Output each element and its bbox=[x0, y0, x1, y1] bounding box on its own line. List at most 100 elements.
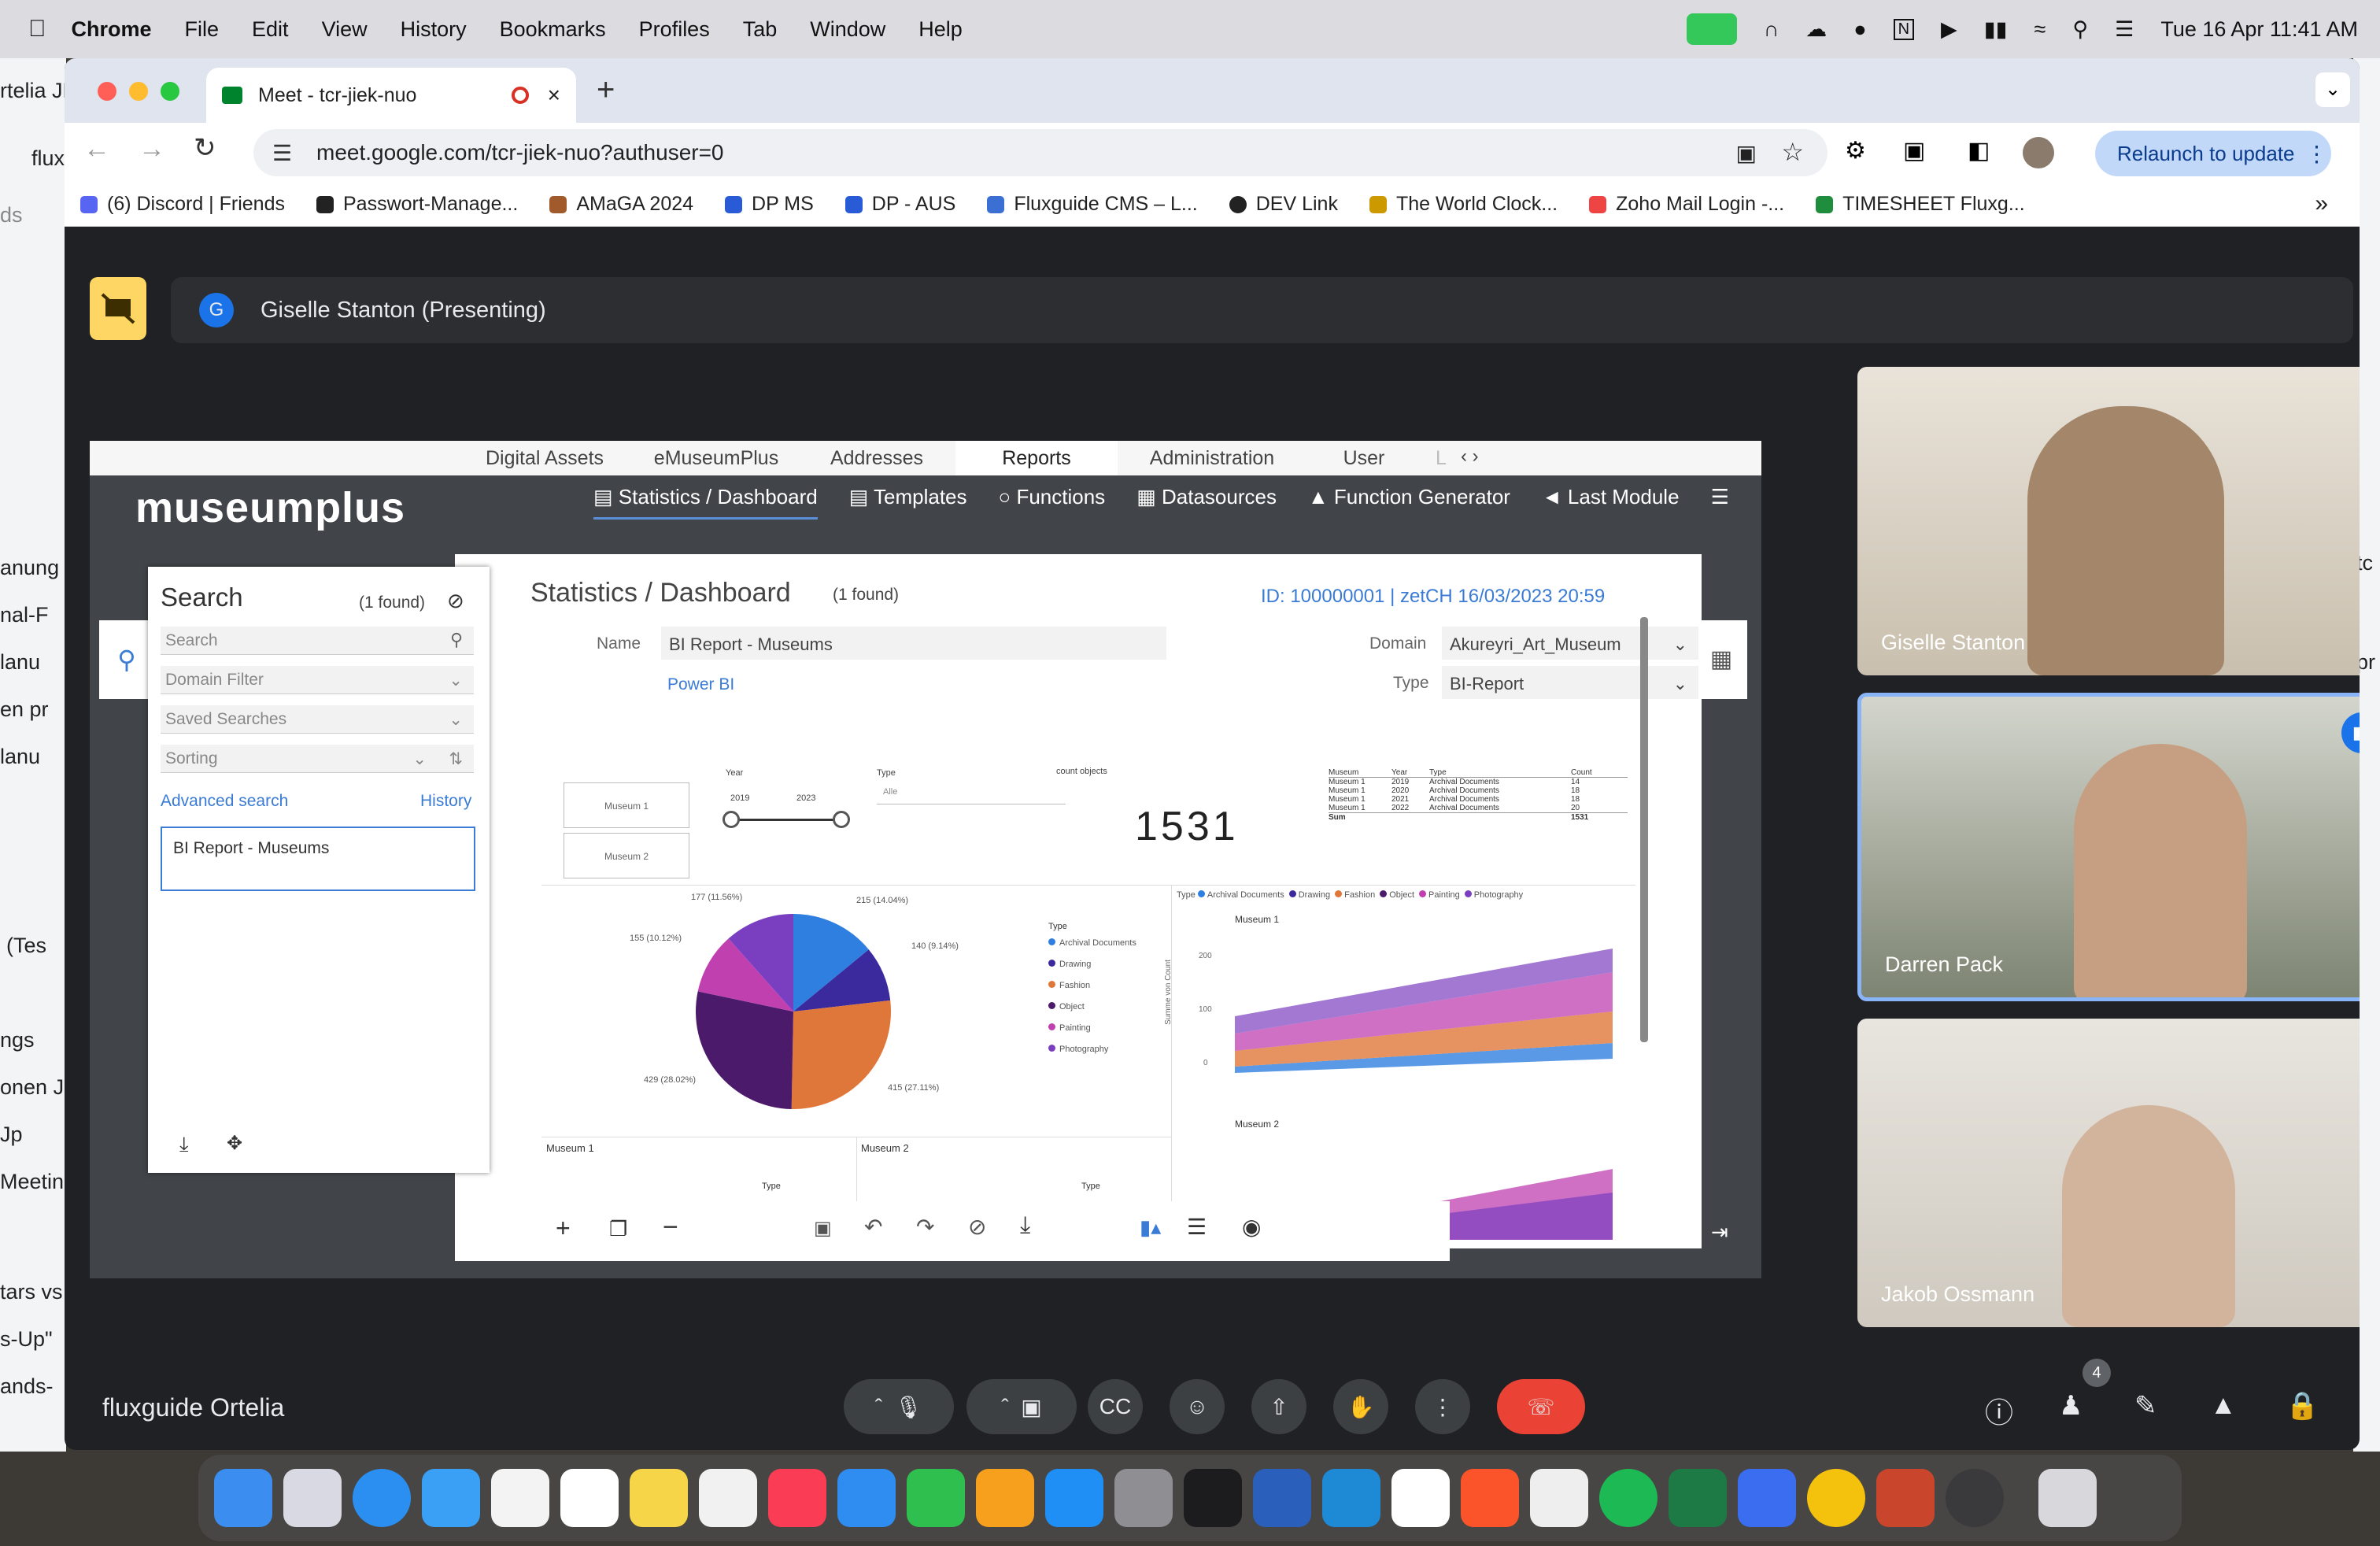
cancel-icon[interactable]: ⊘ bbox=[968, 1214, 986, 1240]
logout-icon[interactable]: ⇥ bbox=[1711, 1220, 1728, 1245]
calendar-icon[interactable] bbox=[560, 1469, 619, 1527]
cloud-icon[interactable]: ☁ bbox=[1805, 17, 1827, 42]
meeting-info-icon[interactable]: ⓘ bbox=[1985, 1390, 2013, 1431]
menu-item-chrome[interactable]: Chrome bbox=[72, 17, 152, 42]
export-icon[interactable]: ⤓ bbox=[179, 1132, 189, 1157]
search-result-item[interactable]: BI Report - Museums bbox=[161, 827, 475, 891]
nav-statistics-dashboard[interactable]: ▤ Statistics / Dashboard bbox=[593, 485, 818, 520]
more-options-button[interactable]: ⋮ bbox=[1415, 1379, 1470, 1434]
bookmark-discord[interactable]: (6) Discord | Friends bbox=[80, 193, 285, 216]
bookmark-star-icon[interactable]: ☆ bbox=[1781, 137, 1804, 167]
list-icon[interactable]: ☰ bbox=[1187, 1214, 1207, 1240]
tab-search-button[interactable]: ⌄ bbox=[2315, 72, 2350, 107]
profile-avatar[interactable] bbox=[2023, 137, 2054, 168]
menu-item-bookmarks[interactable]: Bookmarks bbox=[500, 17, 606, 42]
present-button[interactable]: ⇧ bbox=[1251, 1379, 1306, 1434]
people-icon[interactable]: ♟ bbox=[2059, 1390, 2082, 1422]
undo-icon[interactable]: ↶ bbox=[864, 1214, 882, 1240]
brave-icon[interactable] bbox=[1461, 1469, 1519, 1527]
textedit-icon[interactable] bbox=[1530, 1469, 1588, 1527]
slider-handle[interactable] bbox=[722, 811, 740, 828]
camera-status-icon[interactable] bbox=[1686, 13, 1737, 45]
arc-browser-icon[interactable] bbox=[1738, 1469, 1796, 1527]
excel-icon[interactable] bbox=[1669, 1469, 1727, 1527]
menu-item-tab[interactable]: Tab bbox=[743, 17, 778, 42]
chat-icon[interactable]: ✎ bbox=[2134, 1390, 2157, 1422]
search-input[interactable]: Search bbox=[161, 627, 474, 655]
back-icon[interactable]: ← bbox=[83, 134, 110, 165]
notion-icon[interactable] bbox=[1391, 1469, 1450, 1527]
clear-search-icon[interactable]: ⊘ bbox=[447, 589, 464, 613]
nav-function-generator[interactable]: ▲ Function Generator bbox=[1308, 485, 1510, 520]
extensions-puzzle-icon[interactable]: ▣ bbox=[1903, 137, 1925, 165]
power-bi-link[interactable]: Power BI bbox=[667, 675, 734, 694]
camera-in-use-icon[interactable]: ▣ bbox=[1736, 140, 1757, 166]
vscode-icon[interactable] bbox=[1322, 1469, 1380, 1527]
pages-icon[interactable] bbox=[976, 1469, 1034, 1527]
word-icon[interactable] bbox=[1253, 1469, 1311, 1527]
menu-item-profiles[interactable]: Profiles bbox=[639, 17, 710, 42]
participant-tile[interactable]: Jakob Ossmann bbox=[1857, 1019, 2360, 1327]
spotify-icon[interactable] bbox=[1599, 1469, 1658, 1527]
system-settings-icon[interactable] bbox=[1114, 1469, 1173, 1527]
mic-options-button[interactable]: ˆ 🎙 bbox=[844, 1379, 954, 1434]
nav-datasources[interactable]: ▦ Datasources bbox=[1136, 485, 1277, 520]
wifi-icon[interactable]: ≈ bbox=[2034, 17, 2046, 42]
hamburger-menu-icon[interactable]: ☰ bbox=[1711, 485, 1729, 520]
photos-icon[interactable] bbox=[491, 1469, 549, 1527]
bookmark-fluxguide-cms[interactable]: Fluxguide CMS – L... bbox=[987, 193, 1198, 216]
menu-item-history[interactable]: History bbox=[401, 17, 467, 42]
sorting-select[interactable]: Sorting ⌄ ⇅ bbox=[161, 745, 474, 773]
music-icon[interactable] bbox=[768, 1469, 826, 1527]
freeform-icon[interactable] bbox=[699, 1469, 757, 1527]
leave-call-button[interactable]: ☏ bbox=[1497, 1379, 1585, 1434]
relaunch-button[interactable]: Relaunch to update ⋮ bbox=[2095, 131, 2331, 176]
tab-emuseumplus[interactable]: eMuseumPlus bbox=[634, 441, 798, 475]
trash-icon[interactable] bbox=[2038, 1469, 2097, 1527]
bookmark-timesheet[interactable]: TIMESHEET Fluxg... bbox=[1816, 193, 2025, 216]
tab-addresses[interactable]: Addresses bbox=[798, 441, 955, 475]
keynote-icon[interactable] bbox=[837, 1469, 896, 1527]
raise-hand-button[interactable]: ✋ bbox=[1333, 1379, 1388, 1434]
tab-digital-assets[interactable]: Digital Assets bbox=[455, 441, 634, 475]
search-toggle-icon[interactable]: ⚲ bbox=[99, 620, 154, 699]
participant-tile-active[interactable]: ▮▮ Darren Pack bbox=[1857, 693, 2360, 1001]
close-tab-icon[interactable]: × bbox=[548, 83, 560, 108]
bookmark-password-manager[interactable]: Passwort-Manage... bbox=[316, 193, 518, 216]
globe-icon[interactable]: ◉ bbox=[1242, 1214, 1261, 1240]
nav-functions[interactable]: ○ Functions bbox=[999, 485, 1106, 520]
reload-icon[interactable]: ↻ bbox=[194, 132, 216, 164]
notification-bell-icon[interactable]: ▲ bbox=[1662, 1220, 1683, 1245]
domain-filter-select[interactable]: Domain Filter ⌄ bbox=[161, 666, 474, 694]
tab-scroll-icon[interactable]: ‹ › bbox=[1461, 441, 1479, 475]
extension-icon[interactable]: ⚙ bbox=[1845, 137, 1866, 165]
emoji-button[interactable]: ☺ bbox=[1170, 1379, 1225, 1434]
safari-icon[interactable] bbox=[353, 1469, 411, 1527]
settings-icon[interactable]: ✥ bbox=[227, 1132, 242, 1155]
history-link[interactable]: History bbox=[420, 792, 471, 811]
clock-text[interactable]: Tue 16 Apr 11:41 AM bbox=[2160, 17, 2358, 42]
launchpad-icon[interactable] bbox=[283, 1469, 342, 1527]
address-bar[interactable]: ☰ meet.google.com/tcr-jiek-nuo?authuser=… bbox=[253, 129, 1828, 176]
activities-icon[interactable]: ▲ bbox=[2210, 1390, 2237, 1421]
tab-administration[interactable]: Administration bbox=[1118, 441, 1306, 475]
menu-item-edit[interactable]: Edit bbox=[252, 17, 289, 42]
globe-icon[interactable]: ● bbox=[1853, 17, 1866, 42]
remove-icon[interactable]: − bbox=[663, 1212, 678, 1243]
forward-icon[interactable]: → bbox=[139, 134, 165, 165]
dashboard-scrollbar[interactable] bbox=[1640, 617, 1648, 1042]
battery-icon[interactable]: ▮▮ bbox=[1984, 17, 2008, 42]
quicktime-icon[interactable] bbox=[1946, 1469, 2004, 1527]
type-select[interactable]: BI-Report ⌄ bbox=[1442, 666, 1698, 699]
notes-icon[interactable] bbox=[630, 1469, 688, 1527]
menu-item-window[interactable]: Window bbox=[810, 17, 885, 42]
spotlight-icon[interactable]: ⚲ bbox=[2072, 17, 2088, 42]
saved-searches-select[interactable]: Saved Searches ⌄ bbox=[161, 705, 474, 734]
mail-icon[interactable] bbox=[422, 1469, 480, 1527]
play-icon[interactable]: ▶ bbox=[1941, 17, 1957, 42]
type-filter-select[interactable]: Alle bbox=[877, 787, 1066, 804]
tab-meet[interactable]: Meet - tcr-jiek-nuo × bbox=[206, 68, 576, 123]
sort-order-icon[interactable]: ⇅ bbox=[449, 749, 463, 769]
camera-options-button[interactable]: ˆ ▣ bbox=[966, 1379, 1077, 1434]
search-icon[interactable]: ⚲ bbox=[450, 630, 463, 650]
